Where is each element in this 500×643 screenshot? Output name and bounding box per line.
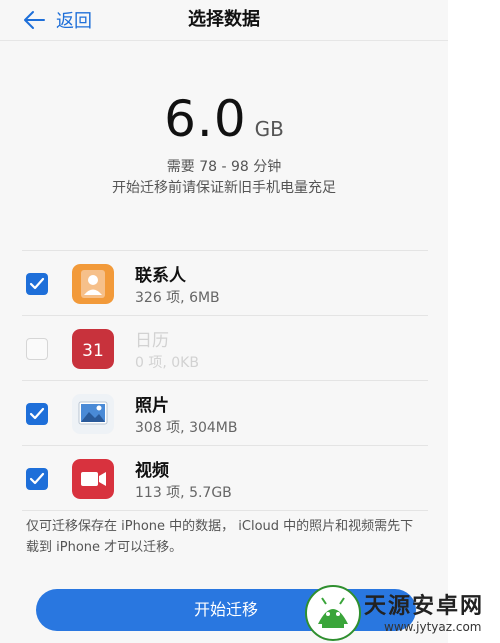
checkbox-calendar[interactable] [26,338,48,360]
check-icon [29,277,45,290]
size-value: 6.0 [164,90,247,148]
checkbox-photos[interactable] [26,403,48,425]
item-detail: 308 项, 304MB [135,420,238,436]
check-icon [29,472,45,485]
item-name: 照片 [135,396,169,416]
total-size: 6.0 GB [0,90,448,154]
item-detail: 326 项, 6MB [135,290,220,306]
calendar-day: 31 [82,341,104,361]
screen: 返回 选择数据 6.0 GB 需要 78 - 98 分钟 开始迁移前请保证新旧手… [0,0,448,643]
item-detail: 0 项, 0KB [135,355,199,371]
list-item-contacts[interactable]: 联系人 326 项, 6MB [22,250,428,315]
check-icon [29,407,45,420]
list-item-photos[interactable]: 照片 308 项, 304MB [22,380,428,445]
page-title: 选择数据 [188,9,260,30]
migration-note: 仅可迁移保存在 iPhone 中的数据， iCloud 中的照片和视频需先下载到… [26,519,414,555]
watermark-url: www.jytyaz.com [384,620,482,634]
watermark-title: 天源安卓网 [364,594,485,619]
android-logo-icon [305,585,361,641]
photos-icon [72,394,114,434]
top-bar: 返回 选择数据 [0,0,448,41]
data-list: 联系人 326 项, 6MB 31 日历 0 项, 0KB 照片 308 项, … [22,250,428,511]
item-name: 日历 [135,331,169,351]
battery-note: 开始迁移前请保证新旧手机电量充足 [112,180,336,196]
size-unit: GB [254,117,284,141]
item-name: 联系人 [135,266,186,286]
item-name: 视频 [135,461,169,481]
calendar-icon: 31 [72,329,114,369]
checkbox-contacts[interactable] [26,273,48,295]
item-detail: 113 项, 5.7GB [135,485,232,501]
list-item-video[interactable]: 视频 113 项, 5.7GB [22,445,428,511]
video-icon [72,459,114,499]
checkbox-video[interactable] [26,468,48,490]
contacts-icon [72,264,114,304]
watermark: 天源安卓网 www.jytyaz.com [300,582,500,643]
list-item-calendar[interactable]: 31 日历 0 项, 0KB [22,315,428,380]
time-estimate: 需要 78 - 98 分钟 [166,159,282,175]
